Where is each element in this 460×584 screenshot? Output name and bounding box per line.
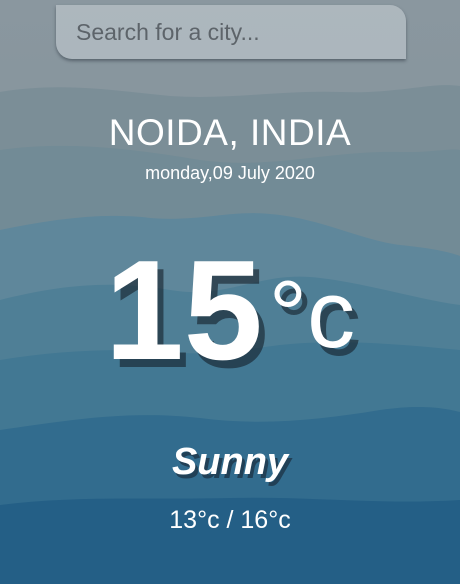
temperature-unit: °c (268, 261, 356, 368)
temperature-range: 13°c / 16°c (169, 506, 291, 534)
date-label: monday,09 July 2020 (145, 163, 315, 183)
search-box[interactable] (56, 5, 406, 59)
temperature-value: 15 (104, 231, 263, 390)
search-input[interactable] (56, 5, 406, 59)
temperature-display: 15°c (0, 240, 460, 382)
location-title: NOIDA, INDIA (108, 112, 352, 153)
weather-condition: Sunny (171, 441, 289, 483)
